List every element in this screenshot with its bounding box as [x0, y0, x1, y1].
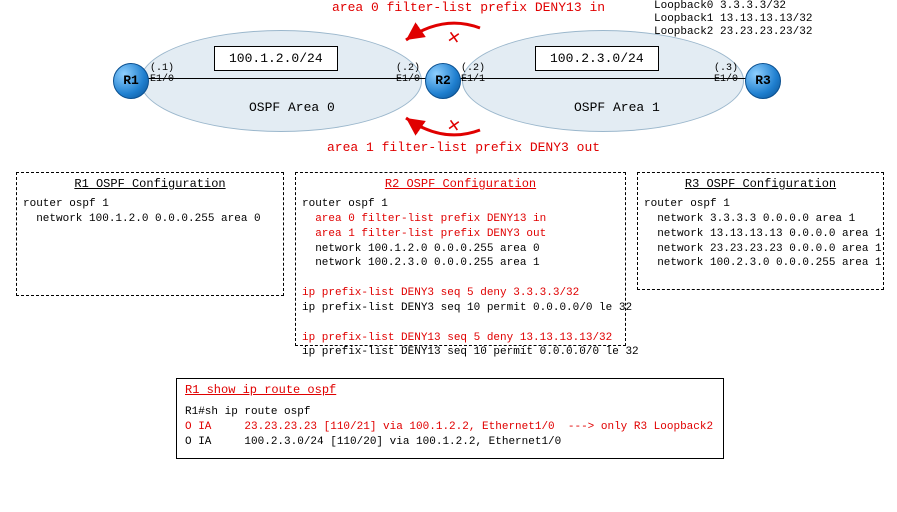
router-r3-label: R3 [755, 73, 771, 88]
r3-if-left: (.3) E1/0 [714, 63, 738, 85]
r2-config-box: R2 OSPF Configuration router ospf 1 area… [295, 172, 626, 346]
router-r1-icon: R1 [113, 63, 149, 99]
router-r1-label: R1 [123, 73, 139, 88]
r2-if-left: (.2) E1/0 [396, 63, 420, 85]
r1-config-title: R1 OSPF Configuration [23, 177, 277, 191]
r1-route-body: R1#sh ip route ospf O IA 23.23.23.23 [11… [185, 405, 715, 450]
area0-network-box: 100.1.2.0/24 [214, 46, 338, 71]
router-r2-label: R2 [435, 73, 451, 88]
router-r3-icon: R3 [745, 63, 781, 99]
r1-if-right: (.1) E1/0 [150, 63, 174, 85]
r2-config-body: router ospf 1 area 0 filter-list prefix … [302, 197, 619, 360]
r3-config-title: R3 OSPF Configuration [644, 177, 877, 191]
area0-label: OSPF Area 0 [249, 100, 335, 115]
r3-loopbacks-text: Loopback0 3.3.3.3/32 Loopback1 13.13.13.… [654, 0, 812, 40]
r1-route-output-box: R1 show ip route ospf R1#sh ip route osp… [176, 378, 724, 459]
area1-network-box: 100.2.3.0/24 [535, 46, 659, 71]
r3-config-box: R3 OSPF Configuration router ospf 1 netw… [637, 172, 884, 290]
r2-config-title: R2 OSPF Configuration [302, 177, 619, 191]
arrow-filter-in-icon [388, 18, 488, 58]
r2-if-right: (.2) E1/1 [461, 63, 485, 85]
filter-in-label: area 0 filter-list prefix DENY13 in [332, 0, 605, 15]
router-r2-icon: R2 [425, 63, 461, 99]
r1-route-title: R1 show ip route ospf [185, 383, 715, 397]
r3-config-body: router ospf 1 network 3.3.3.3 0.0.0.0 ar… [644, 197, 877, 271]
r1-config-body: router ospf 1 network 100.1.2.0 0.0.0.25… [23, 197, 277, 227]
r1-config-box: R1 OSPF Configuration router ospf 1 netw… [16, 172, 284, 296]
arrow-filter-out-icon [388, 104, 488, 144]
area1-label: OSPF Area 1 [574, 100, 660, 115]
